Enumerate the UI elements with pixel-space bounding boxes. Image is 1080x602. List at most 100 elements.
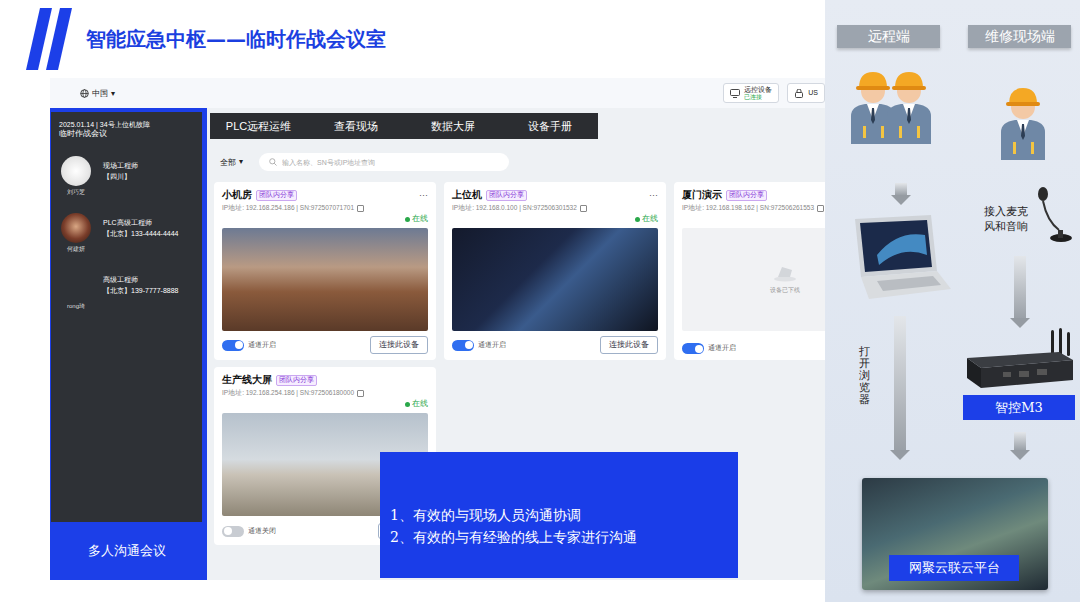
- card-bottom-row: 通道开启连接此设备: [222, 336, 428, 354]
- logo-icon: [26, 6, 74, 72]
- copy-icon[interactable]: [817, 205, 824, 212]
- filter-caret: ▾: [239, 157, 243, 168]
- participant-role: 高级工程师: [103, 275, 179, 286]
- avatar: [61, 213, 91, 243]
- status-text: 在线: [412, 399, 428, 409]
- status-dot: [405, 402, 410, 407]
- device-preview: 设备已下线: [682, 228, 825, 331]
- participant-detail: 【北京】139-7777-8888: [103, 286, 179, 297]
- participant[interactable]: rong琦高级工程师【北京】139-7777-8888: [59, 270, 194, 311]
- share-badge: 团队内分享: [256, 190, 297, 201]
- search-icon: [269, 158, 277, 166]
- tab-bar: PLC远程运维查看现场数据大屏设备手册: [210, 113, 598, 139]
- offline-text: 设备已下线: [770, 286, 800, 295]
- channel-switch-group: 通道开启: [682, 343, 736, 354]
- tab[interactable]: 数据大屏: [404, 119, 501, 134]
- participant[interactable]: 刘巧芝现场工程师【四川】: [59, 156, 194, 197]
- microphone-icon: [1033, 186, 1073, 244]
- arrow-head: [1010, 318, 1030, 328]
- arrow-head: [1010, 450, 1030, 460]
- participant-info: PLC高级工程师【北京】133-4444-4444: [103, 213, 179, 239]
- card-bottom-row: 通道开启: [682, 343, 825, 354]
- filter-dropdown[interactable]: 全部▾: [214, 157, 249, 168]
- channel-toggle[interactable]: [222, 526, 244, 537]
- ip-text: IP地址: 192.168.0.100 | SN:972506301532: [452, 204, 577, 213]
- channel-toggle[interactable]: [222, 340, 244, 351]
- meeting-panel: 2025.01.14 | 34号上位机故障临时作战会议刘巧芝现场工程师【四川】何…: [51, 112, 202, 522]
- device-preview: [222, 228, 428, 331]
- device-label: 智控M3: [963, 395, 1075, 420]
- callout-line: 1、有效的与现场人员沟通协调: [390, 507, 738, 525]
- arrow-head: [891, 195, 911, 205]
- meeting-title: 临时作战会议: [59, 129, 194, 140]
- participant-avatar-col: rong琦: [59, 270, 93, 311]
- participant-name: 何建妍: [67, 245, 85, 254]
- card-title-row: 生产线大屏团队内分享: [222, 373, 428, 387]
- arrow-body: [1014, 256, 1026, 318]
- device-name: 生产线大屏: [222, 373, 272, 387]
- participant-avatar-col: 刘巧芝: [59, 156, 93, 197]
- chip-texts: US: [808, 89, 818, 97]
- copy-icon[interactable]: [357, 390, 364, 397]
- chip-label: US: [808, 89, 818, 97]
- region-selector[interactable]: 中国▾: [80, 88, 115, 99]
- tab[interactable]: 设备手册: [501, 119, 598, 134]
- card-title-row: 上位机团队内分享 ···: [452, 188, 658, 202]
- status-row: 在线: [222, 213, 428, 225]
- channel-toggle[interactable]: [682, 343, 704, 354]
- device-card[interactable]: 厦门演示团队内分享IP地址: 192.168.198.162 | SN:9725…: [674, 182, 825, 360]
- share-badge: 团队内分享: [486, 190, 527, 201]
- status-text: 在线: [412, 214, 428, 224]
- participant-role: 现场工程师: [103, 161, 138, 172]
- device-card[interactable]: 上位机团队内分享 ··· IP地址: 192.168.0.100 | SN:9725…: [444, 182, 666, 360]
- device-m3-icon: [963, 328, 1075, 390]
- down-arrow-icon: [891, 183, 911, 205]
- participant-info: 高级工程师【北京】139-7777-8888: [103, 270, 179, 296]
- participant-info: 现场工程师【四川】: [103, 156, 138, 182]
- ip-row: IP地址: 192.168.254.186 | SN:972506180000: [222, 389, 428, 398]
- status-dot: [405, 217, 410, 222]
- lock-icon: [794, 89, 804, 98]
- offline-device-icon: [772, 264, 798, 282]
- connect-button[interactable]: 连接此设备: [370, 336, 428, 354]
- device-card[interactable]: 小机房团队内分享···IP地址: 192.168.254.186 | SN:97…: [214, 182, 436, 360]
- region-label: 中国: [92, 88, 108, 99]
- more-button[interactable]: ···: [419, 190, 428, 200]
- meeting-footer: 多人沟通会议: [51, 522, 202, 580]
- status-chip[interactable]: US: [787, 83, 825, 104]
- status-chips: 远控设备已连接 US: [723, 83, 825, 104]
- tab[interactable]: 查看现场: [307, 119, 404, 134]
- copy-icon[interactable]: [357, 205, 364, 212]
- site-engineer-icon: [991, 80, 1055, 164]
- participant[interactable]: 何建妍 PLC高级工程师【北京】133-4444-4444: [59, 213, 194, 254]
- arrow-body: [1014, 432, 1026, 450]
- slide-title: 智能应急中枢——临时作战会议室: [86, 26, 386, 53]
- search-input[interactable]: [282, 159, 499, 166]
- card-title-row: 小机房团队内分享···: [222, 188, 428, 202]
- more-button[interactable]: ···: [649, 190, 658, 200]
- connect-button[interactable]: 连接此设备: [600, 336, 658, 354]
- site-label: 维修现场端: [968, 25, 1071, 48]
- copy-icon[interactable]: [580, 205, 587, 212]
- channel-switch-group: 通道开启: [452, 340, 506, 351]
- tab[interactable]: PLC远程运维: [210, 119, 307, 134]
- device-preview: [452, 228, 658, 331]
- arrow-body: [895, 183, 907, 195]
- toggle-knob: [224, 527, 232, 535]
- platform-label: 网聚云联云平台: [889, 555, 1019, 581]
- down-arrow-icon: [1010, 432, 1030, 460]
- toggle-knob: [235, 341, 243, 349]
- status-chip[interactable]: 远控设备已连接: [723, 83, 779, 104]
- filter-label: 全部: [220, 157, 236, 168]
- participant-detail: 【北京】133-4444-4444: [103, 229, 179, 240]
- region-caret: ▾: [111, 89, 115, 98]
- toggle-knob: [695, 345, 703, 353]
- device-name: 上位机: [452, 188, 482, 202]
- channel-toggle[interactable]: [452, 340, 474, 351]
- down-arrow-icon: [1010, 256, 1030, 328]
- channel-switch-group: 通道关闭: [222, 526, 276, 537]
- chip-status: 已连接: [744, 94, 772, 101]
- avatar: [61, 270, 91, 300]
- meeting-sidebar: 2025.01.14 | 34号上位机故障临时作战会议刘巧芝现场工程师【四川】何…: [50, 108, 207, 580]
- chip-label: 远控设备: [744, 86, 772, 94]
